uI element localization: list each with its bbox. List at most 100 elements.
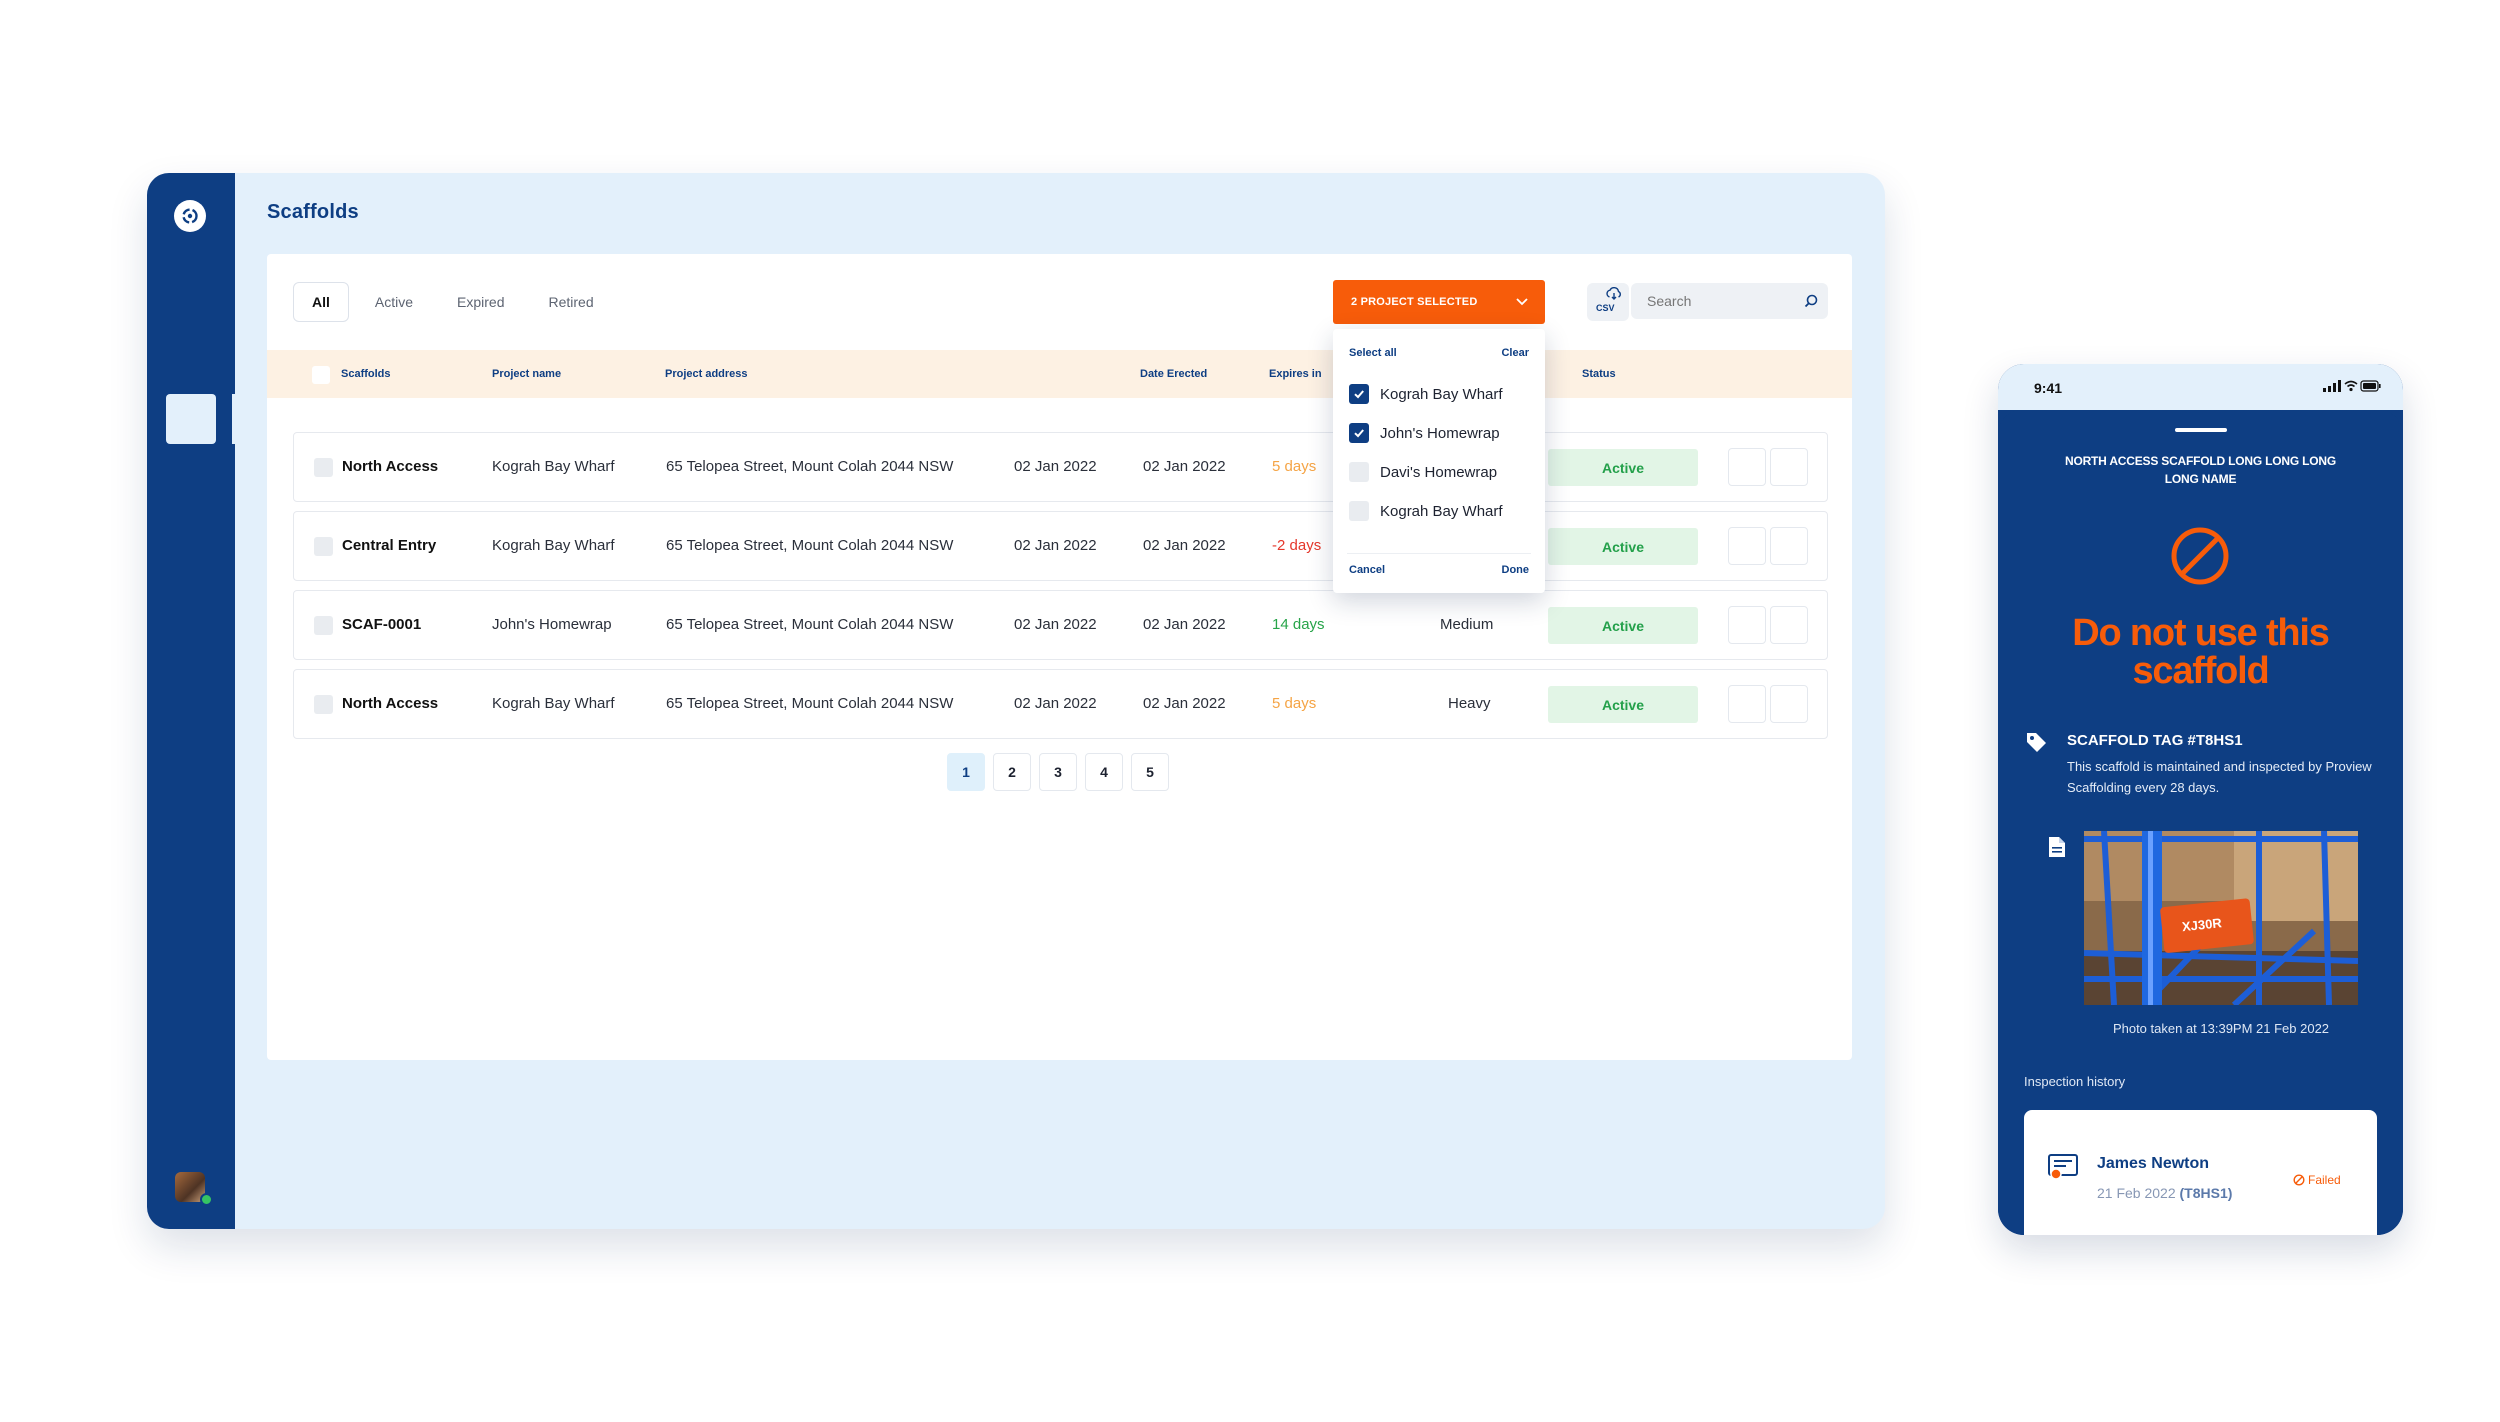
project-address: 65 Telopea Street, Mount Colah 2044 NSW (666, 537, 954, 554)
sidebar-nav-item-scaffolds[interactable] (166, 394, 216, 444)
option-checkbox[interactable] (1349, 423, 1369, 443)
project-address: 65 Telopea Street, Mount Colah 2044 NSW (666, 695, 954, 712)
date-erected: 02 Jan 2022 (1014, 695, 1097, 712)
scaffold-title: NORTH ACCESS SCAFFOLD LONG LONG LONG LON… (2064, 454, 2336, 486)
scaffold-name[interactable]: SCAF-0001 (342, 616, 421, 633)
row-action-button[interactable] (1770, 606, 1808, 644)
warning-heading: Do not use this scaffold (2072, 612, 2330, 692)
inspection-history-card[interactable]: James Newton 21 Feb 2022 (T8HS1) Failed (2024, 1110, 2377, 1235)
select-all-rows-checkbox[interactable] (312, 366, 330, 384)
search-icon[interactable] (1804, 294, 1818, 308)
cancel-button[interactable]: Cancel (1349, 564, 1385, 576)
photo-caption: Photo taken at 13:39PM 21 Feb 2022 (2112, 1021, 2330, 1036)
date-secondary: 02 Jan 2022 (1143, 695, 1226, 712)
sheet-drag-handle[interactable] (2175, 428, 2227, 432)
table-row[interactable]: Central Entry Kograh Bay Wharf 65 Telope… (293, 511, 1828, 581)
battery-icon (2360, 380, 2381, 392)
online-status-dot (200, 1193, 213, 1206)
project-option[interactable]: Davi's Homewrap (1349, 462, 1497, 482)
inspection-date-text: 21 Feb 2022 (2097, 1185, 2176, 1201)
column-header-project-name[interactable]: Project name (492, 368, 561, 380)
row-action-button[interactable] (1770, 448, 1808, 486)
check-icon (1354, 429, 1364, 438)
column-header-project-address[interactable]: Project address (665, 368, 748, 380)
tag-icon (2027, 733, 2046, 752)
option-label: Davi's Homewrap (1380, 463, 1498, 481)
inspector-name: James Newton (2097, 1155, 2210, 1172)
document-icon[interactable] (2048, 836, 2066, 858)
row-action-button[interactable] (1728, 448, 1766, 486)
desktop-app-window: Scaffolds All Active Expired Retired 2 P… (147, 173, 1885, 1229)
chevron-down-icon (1516, 298, 1528, 306)
table-row[interactable]: North Access Kograh Bay Wharf 65 Telopea… (293, 669, 1828, 739)
row-checkbox[interactable] (314, 537, 333, 556)
scaffold-photo[interactable]: XJ30R (2084, 831, 2358, 1005)
page-title: Scaffolds (267, 201, 359, 223)
tab-retired[interactable]: Retired (530, 282, 611, 322)
no-entry-icon (2171, 527, 2229, 585)
column-header-expires-in[interactable]: Expires in (1269, 368, 1322, 380)
project-name: Kograh Bay Wharf (492, 458, 615, 475)
scaffold-name[interactable]: North Access (342, 458, 438, 475)
scaffold-name[interactable]: Central Entry (342, 537, 436, 554)
tab-expired[interactable]: Expired (439, 282, 522, 322)
sidebar-active-indicator (232, 394, 235, 444)
tab-active[interactable]: Active (357, 282, 431, 322)
row-action-button[interactable] (1728, 685, 1766, 723)
status-badge: Active (1548, 528, 1698, 565)
select-all-link[interactable]: Select all (1349, 347, 1397, 359)
date-erected: 02 Jan 2022 (1014, 616, 1097, 633)
done-button[interactable]: Done (1502, 564, 1530, 576)
inspection-result: Failed (2293, 1173, 2341, 1187)
tab-all[interactable]: All (293, 282, 349, 322)
page-button[interactable]: 1 (947, 753, 985, 791)
project-address: 65 Telopea Street, Mount Colah 2044 NSW (666, 616, 954, 633)
sidebar (147, 173, 235, 1229)
project-filter-button[interactable]: 2 PROJECT SELECTED (1333, 280, 1545, 324)
date-secondary: 02 Jan 2022 (1143, 537, 1226, 554)
page-button[interactable]: 5 (1131, 753, 1169, 791)
logo-icon[interactable] (174, 200, 206, 232)
project-filter-dropdown: Select all Clear Kograh Bay Wharf John's… (1333, 329, 1545, 593)
status-badge: Active (1548, 607, 1698, 644)
divider (1347, 553, 1531, 554)
project-filter-label: 2 PROJECT SELECTED (1351, 296, 1478, 308)
row-action-button[interactable] (1728, 527, 1766, 565)
table-row[interactable]: North Access Kograh Bay Wharf 65 Telopea… (293, 432, 1828, 502)
row-action-button[interactable] (1770, 685, 1808, 723)
table-row[interactable]: SCAF-0001 John's Homewrap 65 Telopea Str… (293, 590, 1828, 660)
option-label: Kograh Bay Wharf (1380, 502, 1503, 520)
status-badge: Active (1548, 449, 1698, 486)
page-button[interactable]: 2 (993, 753, 1031, 791)
option-checkbox[interactable] (1349, 384, 1369, 404)
project-name: John's Homewrap (492, 616, 612, 633)
clear-link[interactable]: Clear (1501, 347, 1529, 359)
column-header-date-erected[interactable]: Date Erected (1140, 368, 1207, 380)
option-checkbox[interactable] (1349, 462, 1369, 482)
row-action-button[interactable] (1770, 527, 1808, 565)
expires-in: -2 days (1272, 537, 1322, 554)
column-header-status[interactable]: Status (1582, 368, 1616, 380)
project-name: Kograh Bay Wharf (492, 695, 615, 712)
project-option[interactable]: Kograh Bay Wharf (1349, 501, 1503, 521)
status-time: 9:41 (2034, 380, 2063, 396)
option-checkbox[interactable] (1349, 501, 1369, 521)
page-button[interactable]: 3 (1039, 753, 1077, 791)
row-checkbox[interactable] (314, 695, 333, 714)
csv-export-button[interactable]: CSV (1587, 283, 1629, 321)
project-option[interactable]: Kograh Bay Wharf (1349, 384, 1503, 404)
page-button[interactable]: 4 (1085, 753, 1123, 791)
row-checkbox[interactable] (314, 616, 333, 635)
check-icon (1354, 390, 1364, 399)
status-tabs: All Active Expired Retired (293, 282, 620, 322)
row-checkbox[interactable] (314, 458, 333, 477)
scaffold-name[interactable]: North Access (342, 695, 438, 712)
inspection-history-label: Inspection history (2024, 1074, 2126, 1089)
mobile-scaffold-tag-screen: 9:41 NORTH ACCESS SCAFFOLD LONG LONG LON… (1998, 364, 2403, 1235)
column-header-scaffolds[interactable]: Scaffolds (341, 368, 391, 380)
project-option[interactable]: John's Homewrap (1349, 423, 1500, 443)
option-label: John's Homewrap (1380, 424, 1500, 442)
date-secondary: 02 Jan 2022 (1143, 458, 1226, 475)
search-input[interactable] (1631, 283, 1801, 319)
row-action-button[interactable] (1728, 606, 1766, 644)
